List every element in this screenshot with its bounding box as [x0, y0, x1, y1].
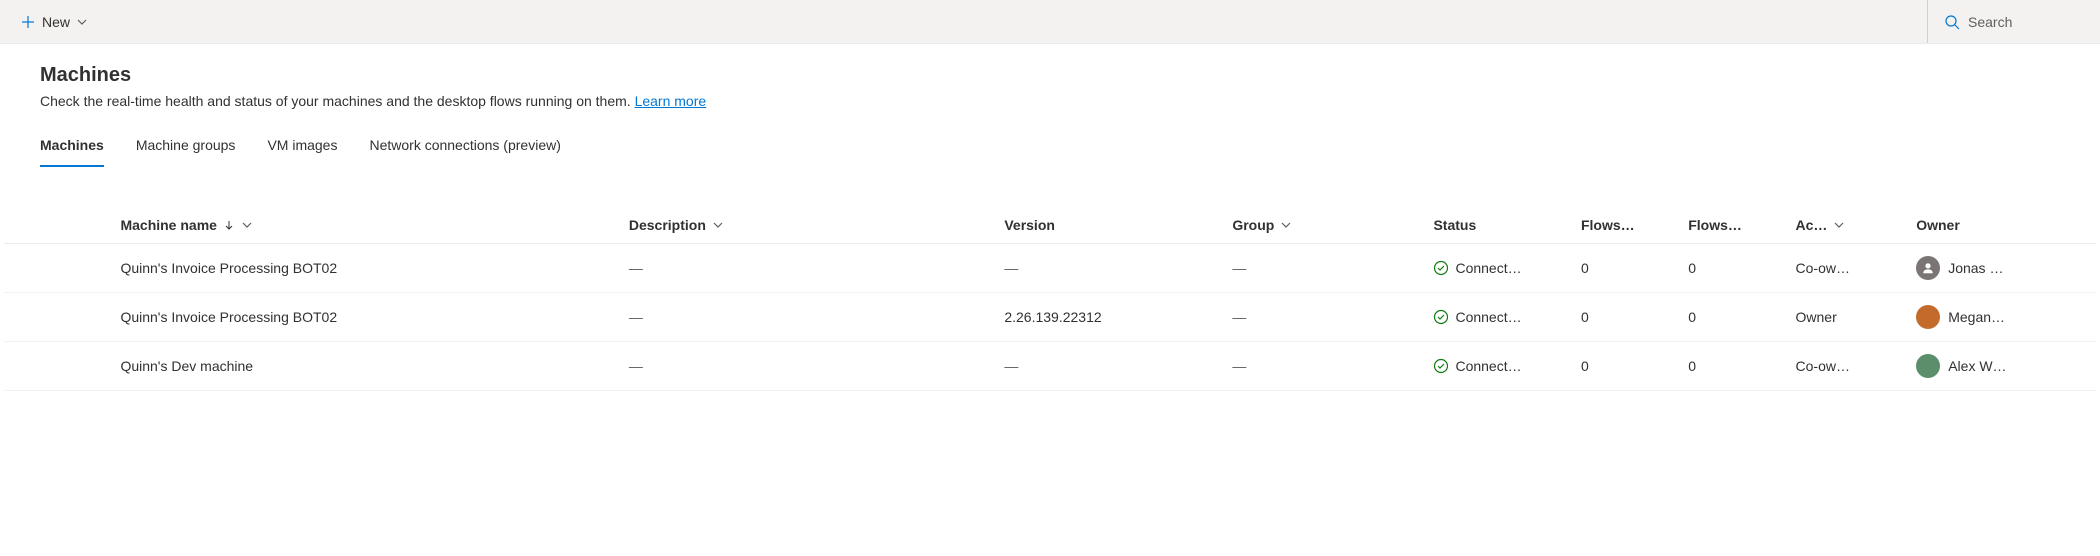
machines-table: Machine name Description	[4, 207, 2096, 391]
tab-machine-groups[interactable]: Machine groups	[136, 127, 236, 167]
machines-table-wrap: Machine name Description	[0, 167, 2100, 391]
tab-vm-images[interactable]: VM images	[267, 127, 337, 167]
table-row[interactable]: Quinn's Invoice Processing BOT02———Conne…	[4, 244, 2096, 293]
new-button-label: New	[42, 14, 70, 30]
command-bar: New	[0, 0, 2100, 44]
learn-more-link[interactable]: Learn more	[635, 93, 707, 109]
chevron-down-icon	[76, 16, 88, 28]
table-header-row: Machine name Description	[4, 207, 2096, 244]
cell-access: Owner	[1788, 293, 1909, 342]
cell-owner: Megan…	[1908, 293, 2096, 342]
chevron-down-icon	[712, 219, 724, 231]
cell-group: —	[1224, 342, 1425, 391]
row-select-cell	[4, 293, 84, 342]
avatar	[1916, 256, 1940, 280]
chevron-down-icon	[1833, 219, 1845, 231]
cell-flows-queued: 0	[1680, 244, 1787, 293]
status-connected-icon	[1433, 260, 1449, 276]
col-version-label: Version	[1004, 217, 1055, 233]
cell-group: —	[1224, 293, 1425, 342]
col-owner-label: Owner	[1916, 217, 1960, 233]
cell-description: —	[621, 293, 996, 342]
cell-flows-queued: 0	[1680, 342, 1787, 391]
table-row[interactable]: Quinn's Invoice Processing BOT02—2.26.13…	[4, 293, 2096, 342]
status-connected-icon	[1433, 358, 1449, 374]
cell-version: —	[996, 342, 1224, 391]
cell-access: Co-ow…	[1788, 342, 1909, 391]
col-group[interactable]: Group	[1224, 207, 1425, 244]
col-select	[4, 207, 84, 244]
page-header: Machines Check the real-time health and …	[0, 44, 2100, 109]
col-machine-name-label: Machine name	[120, 217, 216, 233]
cell-flows-queued: 0	[1680, 293, 1787, 342]
cell-access: Co-ow…	[1788, 244, 1909, 293]
col-status-label: Status	[1433, 217, 1476, 233]
col-access[interactable]: Ac…	[1788, 207, 1909, 244]
sort-arrow-down-icon	[223, 219, 235, 231]
col-flows-queued[interactable]: Flows…	[1680, 207, 1787, 244]
new-button[interactable]: New	[12, 8, 96, 36]
tab-network-connections-preview-[interactable]: Network connections (preview)	[369, 127, 560, 167]
cell-status: Connect…	[1425, 293, 1573, 342]
col-access-label: Ac…	[1796, 217, 1828, 233]
avatar	[1916, 354, 1940, 378]
cell-machine-name[interactable]: Quinn's Dev machine	[84, 342, 620, 391]
chevron-down-icon	[241, 219, 253, 231]
search-box[interactable]	[1927, 0, 2088, 43]
col-flows-running-label: Flows…	[1581, 217, 1635, 233]
subtitle-text: Check the real-time health and status of…	[40, 93, 635, 109]
col-version[interactable]: Version	[996, 207, 1224, 244]
avatar	[1916, 305, 1940, 329]
cell-machine-name[interactable]: Quinn's Invoice Processing BOT02	[84, 244, 620, 293]
status-connected-icon	[1433, 309, 1449, 325]
plus-icon	[20, 14, 36, 30]
page-title: Machines	[40, 64, 2060, 87]
tabs: Machines Machine groups VM images Network c…	[0, 127, 2100, 167]
row-select-cell	[4, 342, 84, 391]
search-icon	[1944, 14, 1960, 30]
cell-status: Connect…	[1425, 342, 1573, 391]
col-status[interactable]: Status	[1425, 207, 1573, 244]
cell-version: —	[996, 244, 1224, 293]
cell-version: 2.26.139.22312	[996, 293, 1224, 342]
col-machine-name[interactable]: Machine name	[84, 207, 620, 244]
chevron-down-icon	[1280, 219, 1292, 231]
cell-machine-name[interactable]: Quinn's Invoice Processing BOT02	[84, 293, 620, 342]
cell-group: —	[1224, 244, 1425, 293]
col-flows-queued-label: Flows…	[1688, 217, 1742, 233]
col-description[interactable]: Description	[621, 207, 996, 244]
col-flows-running[interactable]: Flows…	[1573, 207, 1680, 244]
cell-flows-running: 0	[1573, 293, 1680, 342]
page-subtitle: Check the real-time health and status of…	[40, 93, 2060, 109]
command-bar-left: New	[12, 8, 96, 36]
search-input[interactable]	[1968, 14, 2088, 30]
cell-flows-running: 0	[1573, 342, 1680, 391]
row-select-cell	[4, 244, 84, 293]
col-description-label: Description	[629, 217, 706, 233]
cell-owner: Jonas …	[1908, 244, 2096, 293]
col-owner[interactable]: Owner	[1908, 207, 2096, 244]
cell-description: —	[621, 244, 996, 293]
col-group-label: Group	[1232, 217, 1274, 233]
tab-machines[interactable]: Machines	[40, 127, 104, 167]
table-row[interactable]: Quinn's Dev machine———Connect…00Co-ow…Al…	[4, 342, 2096, 391]
cell-description: —	[621, 342, 996, 391]
cell-flows-running: 0	[1573, 244, 1680, 293]
cell-owner: Alex W…	[1908, 342, 2096, 391]
cell-status: Connect…	[1425, 244, 1573, 293]
